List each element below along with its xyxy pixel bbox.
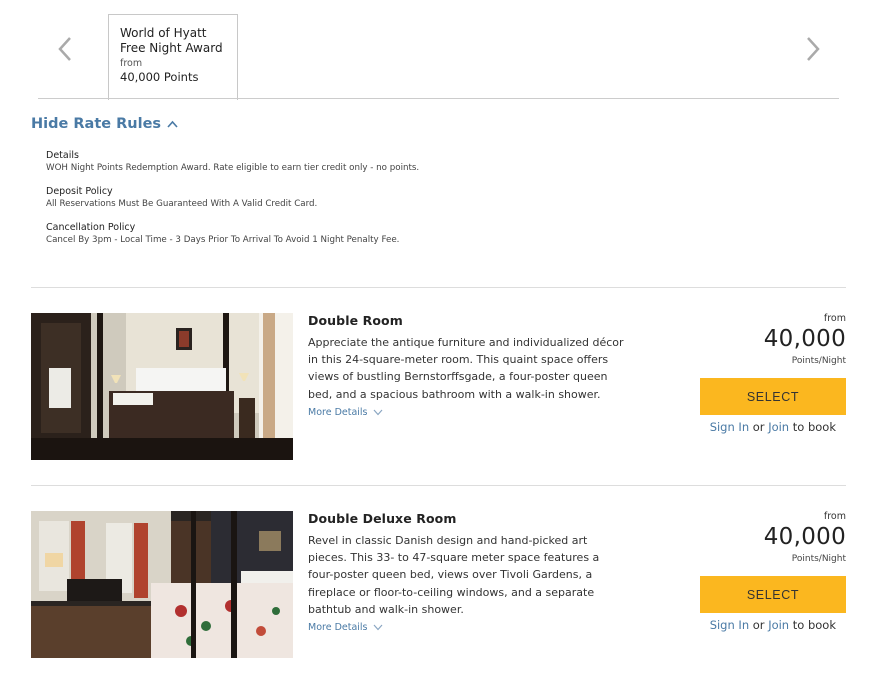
more-details-link[interactable]: More Details <box>308 407 383 418</box>
or-text: or <box>752 420 765 434</box>
room-title: Double Room <box>308 313 403 328</box>
rule-heading: Details <box>46 150 79 161</box>
price-unit: Points/Night <box>791 356 846 366</box>
room-card-double-deluxe-room: Double Deluxe Room Revel in classic Dani… <box>31 511 846 661</box>
join-link[interactable]: Join <box>768 420 789 434</box>
room-description: Appreciate the antique furniture and ind… <box>308 336 624 401</box>
rate-tab-title-line1: World of Hyatt <box>120 26 207 40</box>
price-from-label: from <box>823 511 846 522</box>
price-points: 40,000 <box>763 524 846 550</box>
rule-text: WOH Night Points Redemption Award. Rate … <box>46 163 420 173</box>
rule-heading: Deposit Policy <box>46 186 113 197</box>
room-photo[interactable] <box>31 511 293 658</box>
price-unit: Points/Night <box>791 554 846 564</box>
price-points: 40,000 <box>763 326 846 352</box>
rule-text: All Reservations Must Be Guaranteed With… <box>46 199 318 209</box>
section-divider <box>31 287 846 288</box>
rule-cancellation-policy: Cancellation Policy Cancel By 3pm - Loca… <box>46 222 826 246</box>
sign-in-to-book: Sign In or Join to book <box>710 618 836 632</box>
sign-in-link[interactable]: Sign In <box>710 618 749 632</box>
to-book-text: to book <box>792 420 836 434</box>
next-arrow-icon[interactable] <box>800 35 824 63</box>
hide-rate-rules-label: Hide Rate Rules <box>31 116 162 132</box>
tabs-underline <box>38 98 839 99</box>
chevron-down-icon <box>373 409 382 416</box>
hide-rate-rules-toggle[interactable]: Hide Rate Rules <box>31 116 178 132</box>
rule-heading: Cancellation Policy <box>46 222 136 233</box>
chevron-down-icon <box>373 624 382 631</box>
room-photo[interactable] <box>31 313 293 460</box>
rule-details: Details WOH Night Points Redemption Awar… <box>46 150 826 174</box>
rate-tab-points: 40,000 Points <box>120 70 199 84</box>
more-details-link[interactable]: More Details <box>308 622 383 633</box>
to-book-text: to book <box>792 618 836 632</box>
rate-rules-list: Details WOH Night Points Redemption Awar… <box>46 150 826 258</box>
more-details-label: More Details <box>308 622 368 633</box>
previous-arrow-icon[interactable] <box>54 35 78 63</box>
rule-deposit-policy: Deposit Policy All Reservations Must Be … <box>46 186 826 210</box>
price-from-label: from <box>823 313 846 324</box>
sign-in-link[interactable]: Sign In <box>710 420 749 434</box>
join-link[interactable]: Join <box>768 618 789 632</box>
more-details-label: More Details <box>308 407 368 418</box>
room-description: Revel in classic Danish design and hand-… <box>308 534 600 616</box>
or-text: or <box>752 618 765 632</box>
rate-tab-free-night-award[interactable]: World of Hyatt Free Night Award from 40,… <box>108 14 238 100</box>
rate-tab-title-line2: Free Night Award <box>120 41 223 55</box>
select-button[interactable]: SELECT <box>700 378 846 415</box>
chevron-up-icon <box>167 120 178 128</box>
rule-text: Cancel By 3pm - Local Time - 3 Days Prio… <box>46 235 400 245</box>
rate-tab-from-label: from <box>120 58 143 69</box>
rate-tabs-bar: World of Hyatt Free Night Award from 40,… <box>0 0 892 100</box>
select-button[interactable]: SELECT <box>700 576 846 613</box>
section-divider <box>31 485 846 486</box>
room-title: Double Deluxe Room <box>308 511 457 526</box>
sign-in-to-book: Sign In or Join to book <box>710 420 836 434</box>
room-card-double-room: Double Room Appreciate the antique furni… <box>31 313 846 463</box>
